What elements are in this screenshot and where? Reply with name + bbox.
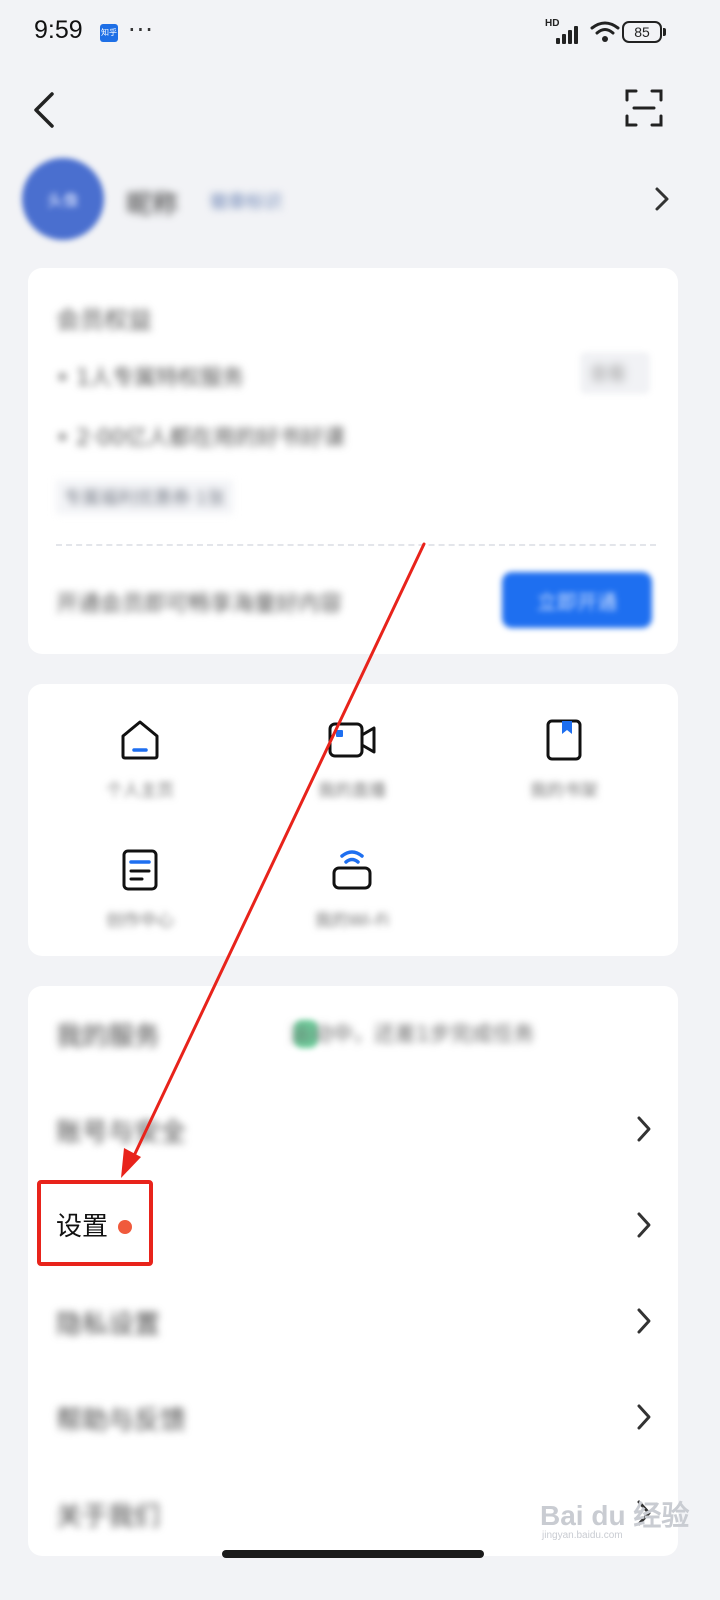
- shortcut-grid: 个人主页 我的直播 我的书架 创作中心 我的Wi-Fi: [28, 684, 678, 956]
- chevron-right-icon: [637, 1212, 651, 1238]
- shortcut-personal-home[interactable]: 个人主页: [60, 718, 220, 828]
- zhihu-app-icon: 知乎: [100, 24, 118, 42]
- list-item-label: 隐私设置: [56, 1310, 161, 1340]
- shortcut-creation-center[interactable]: 创作中心: [60, 848, 220, 958]
- settings-highlight-box: [37, 1180, 153, 1266]
- list-item-my-services[interactable]: 我的服务 运动中，还差1步完成任务: [28, 986, 678, 1082]
- more-notifications-icon: ···: [128, 16, 154, 44]
- wifi-device-icon: [332, 850, 372, 890]
- list-item-label: 帮助与反馈: [56, 1406, 187, 1436]
- list-item-account-security[interactable]: 账号与安全: [28, 1082, 678, 1178]
- battery-icon: 85: [622, 21, 666, 43]
- chevron-right-icon: [637, 1404, 651, 1430]
- scan-icon[interactable]: [624, 88, 664, 128]
- list-item-label: 关于我们: [56, 1502, 161, 1532]
- membership-benefit-2: • 2·00亿人都在用的好书好课: [56, 426, 345, 451]
- membership-chip-label: 查看: [590, 364, 626, 385]
- back-button[interactable]: [28, 90, 60, 130]
- membership-title: 会员权益: [56, 306, 152, 334]
- status-bar: 9:59 知乎 ··· HD 85: [0, 0, 720, 68]
- avatar[interactable]: 头像: [22, 158, 104, 240]
- menu-list: 我的服务 运动中，还差1步完成任务 账号与安全 设置 隐私设置 帮助与反馈 关于…: [28, 986, 678, 1556]
- membership-open-button[interactable]: 立即开通: [502, 572, 652, 628]
- document-icon: [122, 849, 158, 891]
- dashed-divider: [56, 544, 656, 546]
- membership-promo-text: 开通会员即可畅享海量好内容: [56, 592, 343, 617]
- membership-chip[interactable]: 查看: [580, 352, 650, 394]
- list-item-privacy[interactable]: 隐私设置: [28, 1274, 678, 1370]
- shortcut-wifi[interactable]: 我的Wi-Fi: [272, 848, 432, 958]
- status-time: 9:59: [34, 16, 83, 44]
- shortcut-bookshelf[interactable]: 我的书架: [484, 718, 644, 828]
- baidu-jingyan-watermark: Bai du 经验 jingyan.baidu.com: [540, 1494, 708, 1542]
- profile-badge: 徽章标识: [210, 192, 282, 213]
- shortcut-live[interactable]: 我的直播: [272, 718, 432, 828]
- membership-benefit-1: • 1人专属特权服务: [56, 366, 244, 391]
- wifi-icon: [590, 21, 620, 42]
- video-camera-icon: [328, 722, 376, 758]
- shortcut-label: 我的书架: [530, 781, 598, 801]
- watermark-url: jingyan.baidu.com: [542, 1530, 623, 1541]
- home-icon: [121, 720, 159, 760]
- watermark-text: Bai du 经验: [540, 1500, 690, 1531]
- signal-icon: [556, 26, 584, 44]
- shortcut-label: 我的Wi-Fi: [314, 911, 390, 931]
- membership-coupon-tag: 专属福利优惠券·1张: [56, 480, 234, 514]
- list-item-label: 我的服务: [56, 1022, 161, 1052]
- promo-status-text: 运动中，还差1步完成任务: [290, 1022, 535, 1046]
- list-item-label: 账号与安全: [56, 1118, 187, 1148]
- shortcut-label: 个人主页: [106, 781, 174, 801]
- membership-card[interactable]: 会员权益 • 1人专属特权服务 查看 • 2·00亿人都在用的好书好课 专属福利…: [28, 268, 678, 654]
- list-item-help-feedback[interactable]: 帮助与反馈: [28, 1370, 678, 1466]
- chevron-right-icon: [655, 187, 669, 211]
- home-indicator[interactable]: [222, 1550, 484, 1558]
- bookmark-book-icon: [546, 719, 582, 761]
- profile-row[interactable]: 头像 昵称 徽章标识: [22, 158, 698, 242]
- chevron-right-icon: [637, 1308, 651, 1334]
- chevron-right-icon: [637, 1116, 651, 1142]
- profile-name: 昵称: [126, 190, 179, 220]
- shortcut-label: 我的直播: [318, 781, 386, 801]
- shortcut-label: 创作中心: [106, 911, 174, 931]
